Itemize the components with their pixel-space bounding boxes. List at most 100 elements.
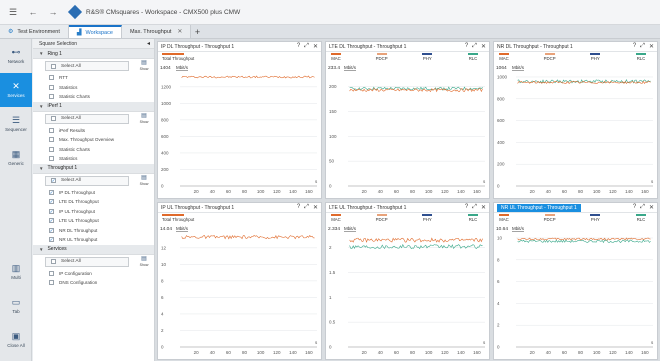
checkbox[interactable]: ✓: [49, 189, 54, 195]
rail-item-multi[interactable]: ▥ Multi: [0, 255, 32, 289]
section-title: Ring 1: [47, 50, 62, 57]
x-axis-label: s: [315, 340, 318, 345]
chart-square[interactable]: NR DL Throughput - Throughput 1? ⤢ ✕ MAC PDC…: [493, 41, 658, 199]
y-tick-label: 800: [497, 96, 505, 101]
rail-item-close-all[interactable]: ▣ Close All: [0, 323, 32, 357]
rail-item-network[interactable]: ⊷ Network: [0, 39, 32, 73]
checkbox[interactable]: ✓: [49, 199, 54, 205]
x-tick-label: 60: [562, 350, 568, 355]
show-button[interactable]: ▤ Show: [138, 113, 150, 125]
series-line: [517, 237, 651, 241]
select-all-checkbox[interactable]: Select All: [45, 61, 129, 71]
checkbox[interactable]: ✓: [51, 178, 56, 183]
y-tick-label: 6: [161, 295, 164, 300]
select-all-row: ✓ Select All ▤ Show: [33, 174, 154, 188]
left-rail: ⊷ Network ✕ Services ☰ Sequencer ▦ Gener…: [0, 39, 32, 361]
checkbox[interactable]: [49, 127, 54, 133]
checkbox[interactable]: [49, 94, 54, 100]
list-item[interactable]: ✓ IP UL Throughput: [33, 207, 154, 217]
y-tick-label: 600: [497, 118, 505, 123]
rail-item-sequencer[interactable]: ☰ Sequencer: [0, 107, 32, 141]
show-button[interactable]: ▤ Show: [138, 256, 150, 268]
show-button[interactable]: ▤ Show: [138, 175, 150, 187]
checkbox[interactable]: [51, 259, 56, 264]
rail-item-tab[interactable]: ▭ Tab: [0, 289, 32, 323]
checkbox[interactable]: [49, 84, 54, 90]
select-all-label: Select All: [61, 259, 81, 264]
show-button[interactable]: ▤ Show: [138, 60, 150, 72]
select-all-row: Select All ▤ Show: [33, 255, 154, 269]
y-tick-label: 1: [329, 295, 332, 300]
rail-item-services[interactable]: ✕ Services: [0, 73, 32, 107]
rail-item-generic[interactable]: ▦ Generic: [0, 141, 32, 175]
arrow-right-icon[interactable]: →: [46, 5, 60, 19]
checkbox[interactable]: [49, 270, 54, 276]
y-tick-label: 1000: [497, 74, 508, 79]
list-item[interactable]: DNS Configuration: [33, 278, 154, 288]
select-all-checkbox[interactable]: Select All: [45, 256, 129, 267]
y-tick-label: 2: [497, 323, 500, 328]
panel-body: ▼ Ring 1 Select All ▤ Show RTT Statistics Stati…: [33, 49, 154, 288]
list-item[interactable]: Statistic Charts: [33, 92, 154, 102]
list-item[interactable]: ✓ NR UL Throughput: [33, 235, 154, 245]
checkbox[interactable]: ✓: [49, 218, 54, 224]
checkbox[interactable]: [49, 146, 54, 152]
x-tick-label: 80: [410, 350, 416, 355]
y-tick-label: 6: [497, 279, 500, 284]
select-all-checkbox[interactable]: Select All: [45, 113, 129, 124]
checkbox[interactable]: ✓: [49, 227, 54, 233]
tab-test-environment[interactable]: ⚙ Test Environment: [0, 25, 69, 38]
gear-icon: ⚙: [8, 29, 14, 35]
select-all-checkbox[interactable]: ✓ Select All: [45, 175, 129, 186]
rail-spacer: [0, 175, 31, 255]
tab-workspace[interactable]: ▟ Workspace: [68, 25, 122, 38]
tab-max-throughput[interactable]: Max. Throughput ✕: [121, 25, 192, 38]
list-item[interactable]: iPerf Results: [33, 126, 154, 136]
checkbox[interactable]: ✓: [49, 208, 54, 214]
chart-square[interactable]: LTE UL Throughput - Throughput 1? ⤢ ✕ MAC PD…: [325, 202, 490, 360]
list-item[interactable]: Max. Throughput Overview: [33, 135, 154, 145]
list-item[interactable]: ✓ LTE DL Throughput: [33, 197, 154, 207]
list-item[interactable]: Statistics: [33, 154, 154, 164]
y-tick-label: 0: [161, 184, 164, 189]
section-header[interactable]: ▼ iPerf 1: [33, 101, 154, 112]
section-header[interactable]: ▼ Throughput 1: [33, 163, 154, 174]
item-label: LTE DL Throughput: [59, 199, 99, 205]
item-label: NR UL Throughput: [59, 237, 98, 243]
x-tick-label: 120: [609, 189, 617, 194]
section-header[interactable]: ▼ Services: [33, 244, 154, 255]
section-header[interactable]: ▼ Ring 1: [33, 49, 154, 59]
close-icon[interactable]: ✕: [177, 28, 182, 35]
list-item[interactable]: Statistic Charts: [33, 145, 154, 155]
hamburger-icon[interactable]: ☰: [6, 5, 20, 19]
add-tab-button[interactable]: +: [191, 25, 203, 38]
list-item[interactable]: ✓ IP DL Throughput: [33, 188, 154, 198]
checkbox[interactable]: [51, 63, 56, 69]
checkbox[interactable]: [49, 137, 54, 143]
chart-square[interactable]: IP UL Throughput - Throughput 1? ⤢ ✕ Total …: [157, 202, 322, 360]
arrow-left-icon[interactable]: ←: [26, 5, 40, 19]
chart-square[interactable]: NR UL Throughput - Throughput 1? ⤢ ✕ MAC PDC…: [493, 202, 658, 360]
x-tick-label: 20: [530, 189, 536, 194]
checkbox[interactable]: ✓: [49, 237, 54, 243]
x-tick-label: 20: [194, 189, 200, 194]
list-item[interactable]: IP Configuration: [33, 269, 154, 279]
chart-plot: 10.64 Mbit/s 0 2 4 6 8 10 20 40 60 80 100 120 140 160s: [496, 226, 654, 355]
checkbox[interactable]: [51, 116, 56, 121]
checkbox[interactable]: [49, 280, 54, 286]
chart-square[interactable]: LTE DL Throughput - Throughput 1? ⤢ ✕ MAC PD…: [325, 41, 490, 199]
select-all-label: Select All: [61, 63, 81, 69]
collapse-panel-icon[interactable]: ◂: [147, 40, 150, 47]
show-label: Show: [139, 262, 149, 267]
section-title: Services: [47, 246, 67, 252]
x-axis-label: s: [315, 179, 318, 184]
list-item[interactable]: ✓ NR DL Throughput: [33, 226, 154, 236]
list-item[interactable]: RTT: [33, 73, 154, 83]
list-item[interactable]: Statistics: [33, 83, 154, 93]
checkbox[interactable]: [49, 75, 54, 81]
chart-icon: ▟: [76, 30, 82, 36]
checkbox[interactable]: [49, 156, 54, 162]
chart-square[interactable]: IP DL Throughput - Throughput 1? ⤢ ✕ Total …: [157, 41, 322, 199]
list-item[interactable]: ✓ LTE UL Throughput: [33, 216, 154, 226]
x-axis-label: s: [651, 340, 654, 345]
